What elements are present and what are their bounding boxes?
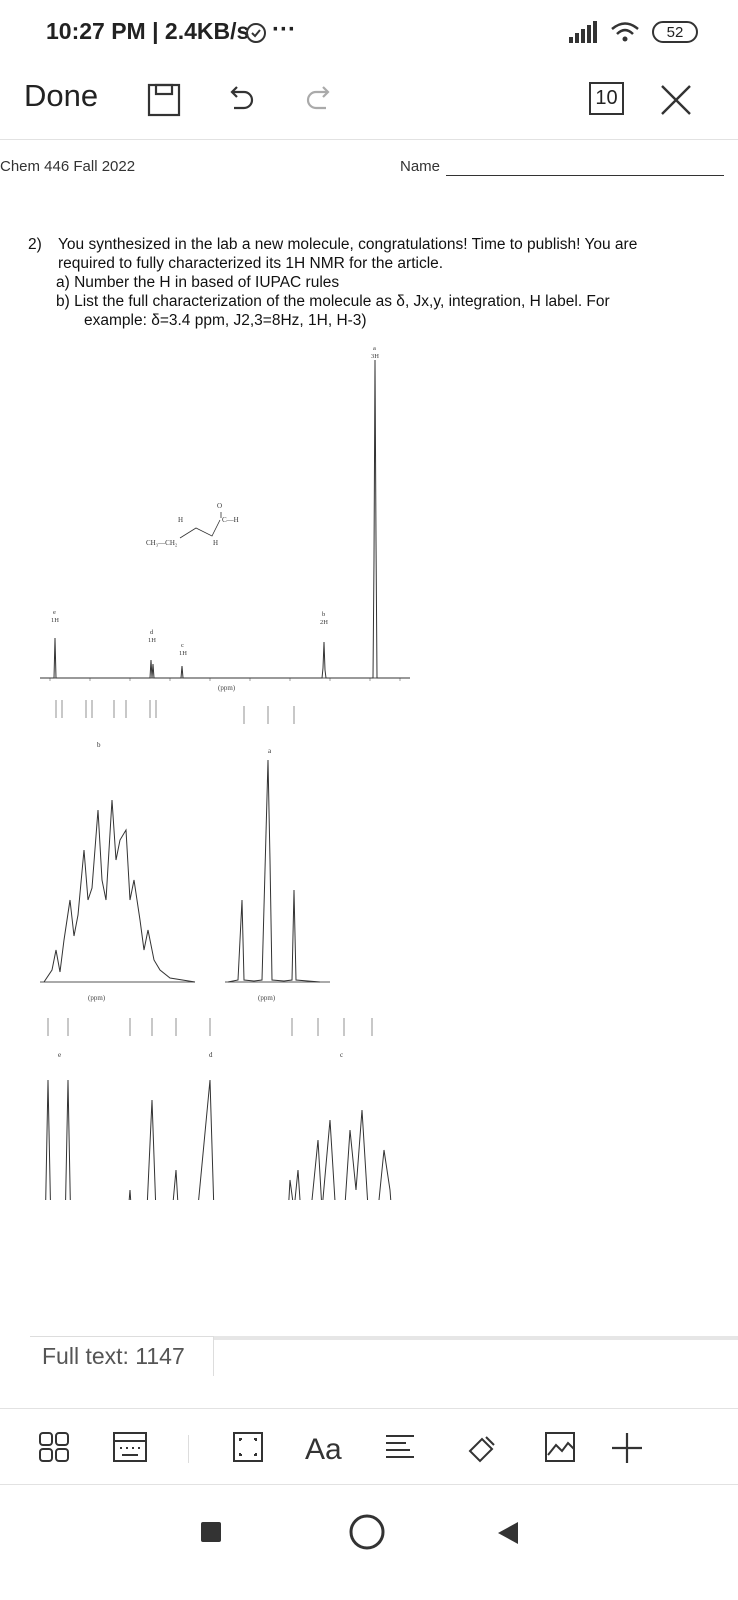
image-icon[interactable]: [544, 1431, 576, 1463]
molecule-structure: CH₃—CH₂ H H O C—H: [146, 502, 239, 547]
svg-text:(ppm): (ppm): [258, 994, 276, 1002]
name-label: Name: [400, 158, 441, 175]
add-icon[interactable]: [610, 1431, 644, 1465]
svg-text:(ppm): (ppm): [88, 994, 106, 1002]
back-icon[interactable]: [496, 1521, 520, 1545]
grid-icon[interactable]: [38, 1431, 70, 1463]
home-icon[interactable]: [348, 1513, 386, 1551]
navigation-bar: [0, 1484, 738, 1600]
signal-icon: [569, 21, 597, 43]
nmr-spectrum-figure: (ppm) CH₃—CH₂ H H O C—H e 1H d 1H c 1H b…: [40, 345, 410, 1200]
full-text-tab[interactable]: Full text: 1147: [30, 1336, 214, 1376]
page-count[interactable]: 10: [589, 82, 624, 115]
wifi-icon: [611, 22, 639, 42]
keyboard-icon[interactable]: [112, 1431, 148, 1465]
status-bar: 10:27 PM | 2.4KB/s ··· 52: [0, 0, 738, 64]
svg-text:1H: 1H: [51, 617, 59, 624]
recent-apps-icon[interactable]: [200, 1521, 222, 1543]
svg-text:b: b: [97, 741, 101, 749]
part-b-line-2: example: δ=3.4 ppm, J2,3=8Hz, 1H, H-3): [84, 312, 367, 329]
document-page: Chem 446 Fall 2022 Name 2) You synthesiz…: [0, 140, 738, 1410]
highlighter-icon[interactable]: [464, 1431, 500, 1467]
svg-text:e: e: [53, 609, 56, 616]
svg-text:1H: 1H: [148, 637, 156, 644]
separator-line: [214, 1336, 738, 1340]
question-line-1: You synthesized in the lab a new molecul…: [58, 236, 638, 253]
part-b-line-1: b) List the full characterization of the…: [56, 293, 610, 310]
done-button[interactable]: Done: [24, 78, 98, 114]
expansion-b: b (ppm): [40, 741, 196, 1002]
fit-page-icon[interactable]: [232, 1431, 264, 1463]
align-icon[interactable]: [384, 1431, 416, 1463]
bottom-toolbar: Aa: [0, 1408, 738, 1484]
ppm-label-top: (ppm): [218, 684, 236, 692]
svg-text:b: b: [322, 611, 325, 618]
name-underline: [446, 175, 724, 176]
svg-text:H: H: [213, 539, 218, 547]
svg-text:CH₃—CH₂: CH₃—CH₂: [146, 539, 178, 547]
undo-icon[interactable]: [224, 82, 260, 118]
redo-icon[interactable]: [300, 82, 336, 118]
close-icon[interactable]: [658, 82, 694, 118]
save-icon[interactable]: [146, 82, 182, 118]
svg-text:c: c: [181, 642, 184, 649]
question-block: 2) You synthesized in the lab a new mole…: [28, 235, 728, 273]
status-time: 10:27 PM | 2.4KB/s: [46, 18, 250, 44]
question-number: 2): [28, 236, 42, 253]
expansion-e: e (ppm): [45, 1051, 71, 1200]
more-status-icon: ···: [272, 16, 296, 43]
svg-text:2H: 2H: [320, 619, 328, 626]
top-toolbar: Done: [0, 64, 738, 140]
svg-text:a: a: [373, 345, 376, 352]
svg-text:C—H: C—H: [222, 516, 239, 524]
svg-text:H: H: [178, 516, 183, 524]
svg-text:d: d: [150, 629, 154, 636]
svg-text:e: e: [58, 1051, 61, 1059]
battery-indicator: 52: [652, 21, 698, 43]
svg-text:c: c: [340, 1051, 343, 1059]
toolbar-divider: [188, 1435, 189, 1463]
svg-text:1H: 1H: [179, 650, 187, 657]
svg-text:a: a: [268, 747, 272, 755]
expansion-d: d (ppm): [128, 1051, 215, 1200]
svg-text:d: d: [209, 1051, 213, 1059]
svg-text:3H: 3H: [371, 353, 379, 360]
part-a: a) Number the H in based of IUPAC rules: [56, 274, 340, 291]
alarm-icon: [246, 23, 266, 43]
svg-text:O: O: [217, 502, 222, 510]
expansion-a: a (ppm): [225, 747, 330, 1002]
expansion-c: c (ppm): [288, 1051, 392, 1200]
question-line-2: required to fully characterized its 1H N…: [58, 255, 444, 272]
course-header: Chem 446 Fall 2022: [0, 158, 136, 175]
font-button[interactable]: Aa: [305, 1433, 342, 1467]
